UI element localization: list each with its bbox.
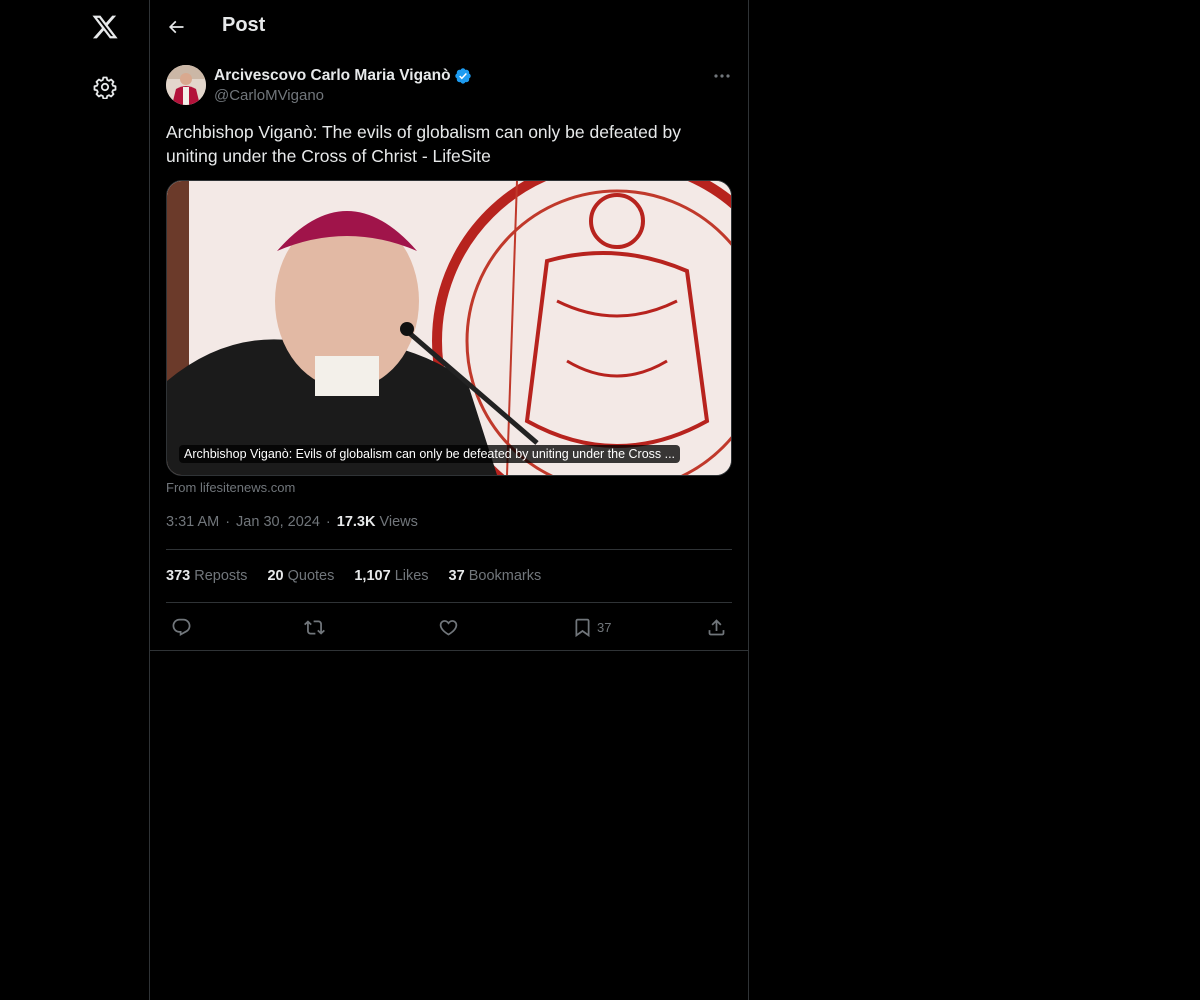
card-caption: Archbishop Viganò: Evils of globalism ca… [179, 445, 681, 463]
card-image [167, 181, 731, 475]
verified-badge-icon [454, 68, 471, 84]
x-logo-icon[interactable] [91, 13, 119, 41]
views-label: Views [379, 514, 418, 530]
repost-icon [304, 619, 325, 635]
author-name-row: Arcivescovo Carlo Maria Viganò [214, 65, 472, 87]
bookmark-count: 37 [597, 619, 612, 635]
reply-button[interactable] [171, 615, 192, 639]
main-column: Post Arcivescovo Carlo Maria Viganò @Car… [150, 0, 749, 1000]
meta-separator: · [325, 514, 331, 530]
bookmarks-stat[interactable]: 37 Bookmarks [449, 568, 542, 584]
link-card[interactable]: Archbishop Viganò: Evils of globalism ca… [166, 180, 732, 476]
post-stats: 373 Reposts 20 Quotes 1,107 Likes 37 Boo… [166, 568, 561, 584]
post-date[interactable]: Jan 30, 2024 [236, 514, 320, 530]
card-source[interactable]: From lifesitenews.com [166, 480, 295, 495]
quotes-count: 20 [267, 568, 284, 584]
back-arrow-icon[interactable] [166, 17, 186, 37]
header: Post [150, 0, 748, 53]
post-text: Archbishop Viganò: The evils of globalis… [166, 120, 732, 168]
reposts-stat[interactable]: 373 Reposts [166, 568, 247, 584]
divider [166, 549, 732, 550]
post-meta: 3:31 AM · Jan 30, 2024 · 17.3K Views [166, 514, 418, 530]
likes-label: Likes [394, 568, 429, 584]
reposts-label: Reposts [194, 568, 248, 584]
bookmark-icon [575, 618, 590, 637]
bookmarks-count: 37 [448, 568, 465, 584]
reply-icon [172, 618, 191, 636]
post-text-line: Archbishop Viganò: The evils of globalis… [166, 122, 681, 142]
heart-icon [439, 619, 458, 636]
page-title: Post [222, 14, 266, 36]
post-text-line: uniting under the Cross of Christ - Life… [166, 146, 491, 166]
bookmarks-label: Bookmarks [468, 568, 542, 584]
views-count: 17.3K [336, 514, 376, 530]
repost-button[interactable] [304, 615, 325, 639]
post-time[interactable]: 3:31 AM [166, 514, 219, 530]
likes-count: 1,107 [354, 568, 391, 584]
quotes-label: Quotes [287, 568, 335, 584]
quotes-stat[interactable]: 20 Quotes [267, 568, 334, 584]
likes-stat[interactable]: 1,107 Likes [354, 568, 428, 584]
divider [166, 602, 732, 603]
share-icon [708, 618, 725, 635]
sidebar [0, 0, 150, 1000]
reposts-count: 373 [166, 568, 191, 584]
meta-separator: · [225, 514, 231, 530]
author-display-name[interactable]: Arcivescovo Carlo Maria Viganò [214, 67, 451, 85]
more-options-icon[interactable] [712, 69, 732, 83]
like-button[interactable] [438, 615, 459, 639]
share-button[interactable] [706, 615, 727, 639]
author-handle[interactable]: @CarloMVigano [214, 87, 324, 104]
gear-icon[interactable] [93, 75, 117, 100]
avatar[interactable] [166, 65, 206, 105]
bookmark-button[interactable]: 37 [572, 615, 611, 639]
divider [150, 650, 748, 651]
action-bar: 37 [166, 615, 732, 639]
